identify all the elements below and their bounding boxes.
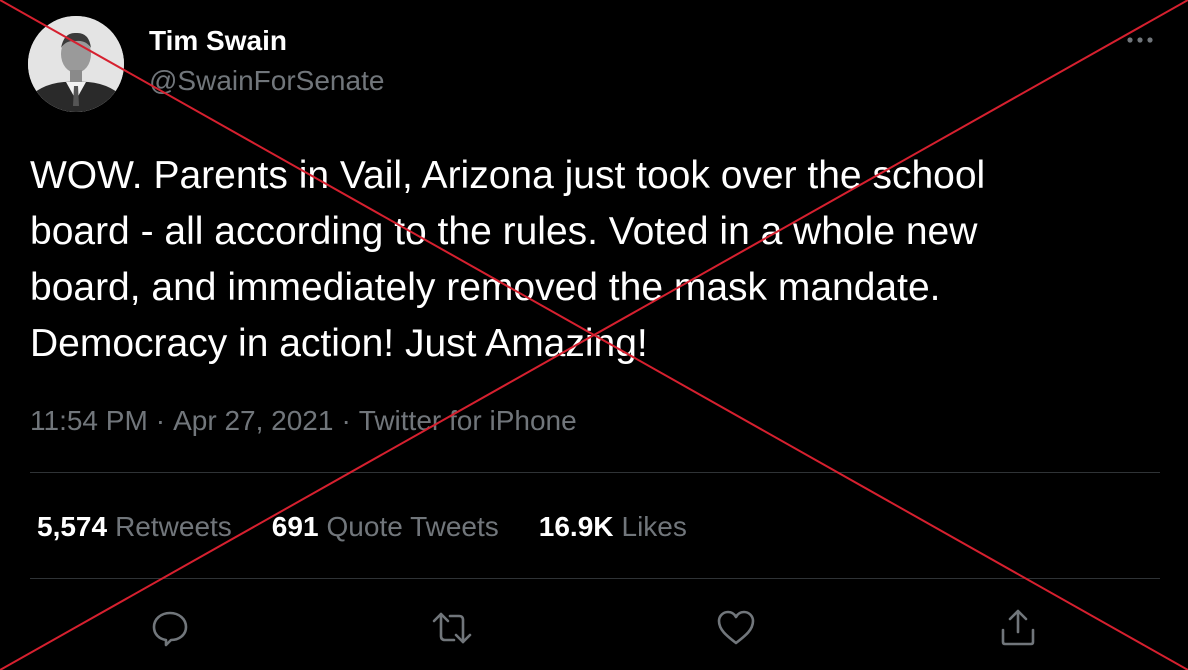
tweet-source[interactable]: Twitter for iPhone xyxy=(359,405,577,436)
tweet-date[interactable]: Apr 27, 2021 xyxy=(173,405,333,436)
likes-count: 16.9K xyxy=(538,511,614,542)
author-name[interactable]: Tim Swain xyxy=(149,24,287,58)
reply-button[interactable] xyxy=(148,606,192,650)
tweet-time[interactable]: 11:54 PM xyxy=(30,405,148,436)
likes-stat[interactable]: 16.9K Likes xyxy=(539,508,687,546)
author-handle[interactable]: @SwainForSenate xyxy=(149,64,384,98)
divider xyxy=(30,472,1160,473)
meta-separator: · xyxy=(341,405,351,436)
avatar[interactable] xyxy=(28,16,124,112)
heart-icon xyxy=(717,610,755,645)
engagement-stats: 5,574 Retweets 691 Quote Tweets 16.9K Likes xyxy=(37,508,727,546)
tweet-metadata: 11:54 PM · Apr 27, 2021 · Twitter for iPhone xyxy=(30,402,577,440)
reply-icon xyxy=(152,611,188,647)
like-button[interactable] xyxy=(714,606,758,650)
retweets-count: 5,574 xyxy=(37,511,108,542)
author-photo-icon xyxy=(28,16,124,112)
quote-tweets-label: Quote Tweets xyxy=(326,511,499,542)
retweets-label: Retweets xyxy=(115,511,232,542)
quote-tweets-stat[interactable]: 691 Quote Tweets xyxy=(272,508,499,546)
retweets-stat[interactable]: 5,574 Retweets xyxy=(37,508,232,546)
tweet-text: WOW. Parents in Vail, Arizona just took … xyxy=(30,154,986,365)
meta-separator: · xyxy=(155,405,166,436)
share-button[interactable] xyxy=(996,606,1040,650)
likes-label: Likes xyxy=(621,511,687,542)
retweet-button[interactable] xyxy=(430,606,474,650)
share-icon xyxy=(1001,609,1035,646)
divider xyxy=(30,578,1160,579)
retweet-icon xyxy=(432,612,472,644)
tweet-card: Tim Swain @SwainForSenate WOW. Parents i… xyxy=(0,0,1188,670)
quote-tweets-count: 691 xyxy=(271,511,319,542)
more-options-button[interactable] xyxy=(1120,26,1160,54)
more-icon xyxy=(1127,37,1153,43)
